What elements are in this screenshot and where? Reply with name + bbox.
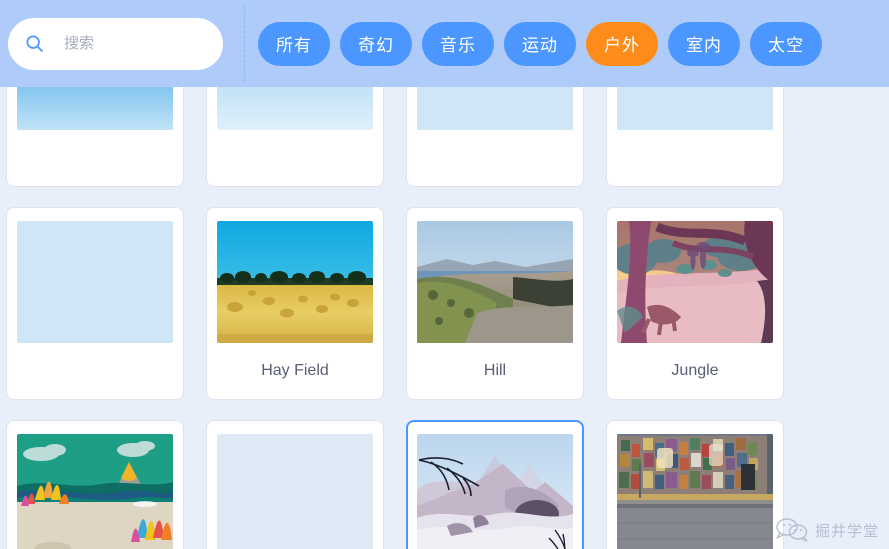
library-scroll-area[interactable]: Hay Field Hill Jungle (0, 87, 889, 549)
library-item-mural[interactable]: Mural (606, 420, 784, 549)
library-item-hill[interactable]: Hill (406, 207, 584, 400)
jurassic-thumbnail (17, 434, 173, 549)
library-item-jungle[interactable]: Jungle (606, 207, 784, 400)
item-label (407, 130, 583, 186)
item-label (607, 130, 783, 186)
search-box[interactable] (8, 17, 223, 70)
category-pill-music[interactable]: 音乐 (422, 21, 494, 66)
jungle-thumbnail (617, 221, 773, 343)
library-item-jurassic[interactable]: Jurassic (6, 420, 184, 549)
category-pill-indoors[interactable]: 室内 (668, 21, 740, 66)
item-thumbnail (417, 87, 573, 130)
item-label (7, 343, 183, 399)
item-thumbnail (617, 87, 773, 130)
item-label (7, 130, 183, 186)
library-grid: Hay Field Hill Jungle (0, 87, 889, 549)
backdrop-library-modal: 所有 奇幻 音乐 运动 户外 室内 太空 (0, 0, 889, 549)
item-label: Hill (483, 362, 507, 379)
item-thumbnail (217, 434, 373, 549)
library-item-previous-3[interactable] (406, 87, 584, 187)
item-thumbnail (17, 221, 173, 343)
library-item-previous-5[interactable] (6, 207, 184, 400)
category-filter-list: 所有 奇幻 音乐 运动 户外 室内 太空 (258, 21, 822, 66)
library-header: 所有 奇幻 音乐 运动 户外 室内 太空 (0, 0, 889, 87)
category-pill-space[interactable]: 太空 (750, 21, 822, 66)
item-label: Jungle (671, 362, 719, 379)
category-pill-outdoors[interactable]: 户外 (586, 21, 658, 66)
hill-thumbnail (417, 221, 573, 343)
item-label: Hay Field (261, 362, 329, 379)
library-item-hay-field[interactable]: Hay Field (206, 207, 384, 400)
header-divider (244, 5, 245, 82)
category-pill-fantasy[interactable]: 奇幻 (340, 21, 412, 66)
search-input[interactable] (64, 28, 214, 59)
mural-thumbnail (617, 434, 773, 549)
category-pill-all[interactable]: 所有 (258, 21, 330, 66)
item-thumbnail (217, 87, 373, 130)
item-label (207, 130, 383, 186)
library-item-row1-offscreen[interactable] (206, 420, 384, 549)
hay-field-thumbnail (217, 221, 373, 343)
library-item-mountain[interactable]: Mountain (406, 420, 584, 549)
library-item-previous-4[interactable] (606, 87, 784, 187)
library-item-previous-2[interactable] (206, 87, 384, 187)
item-thumbnail (17, 87, 173, 130)
library-item-previous-1[interactable] (6, 87, 184, 187)
category-pill-sports[interactable]: 运动 (504, 21, 576, 66)
mountain-thumbnail (417, 434, 573, 549)
search-icon (26, 35, 43, 52)
